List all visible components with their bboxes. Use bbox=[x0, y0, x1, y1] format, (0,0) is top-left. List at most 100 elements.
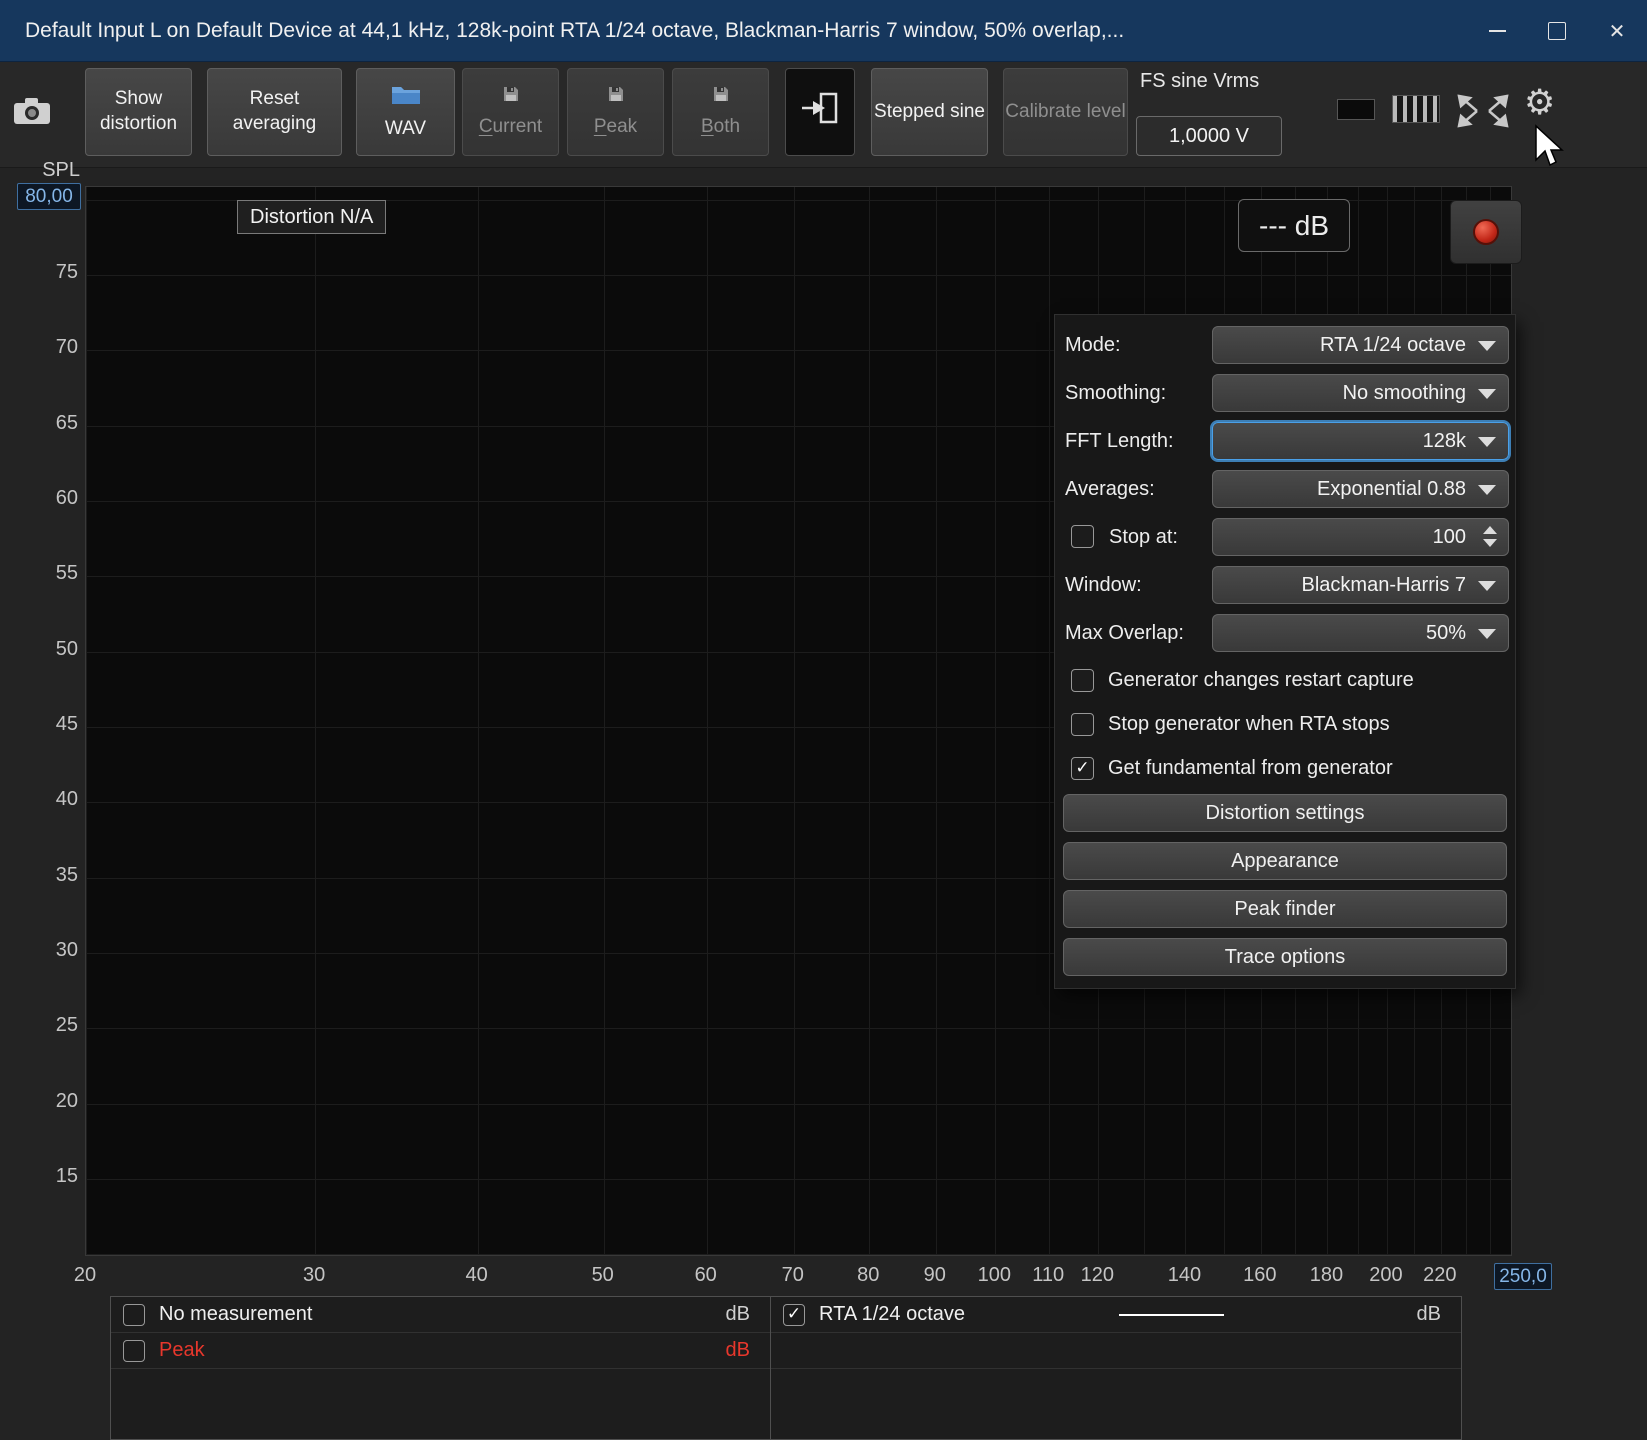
palette-swatch[interactable] bbox=[1392, 95, 1440, 123]
y-tick-label: 50 bbox=[0, 638, 78, 661]
grid-line-v bbox=[1049, 187, 1050, 1255]
wav-label: WAV bbox=[385, 117, 426, 142]
reset-averaging-label: Reset averaging bbox=[208, 87, 341, 136]
grid-line-v bbox=[995, 187, 996, 1255]
y-tick-label: 60 bbox=[0, 487, 78, 510]
window-value: Blackman-Harris 7 bbox=[1302, 574, 1466, 597]
check-icon: ✓ bbox=[787, 1306, 801, 1323]
fit-to-data-icon[interactable] bbox=[1456, 93, 1510, 134]
distortion-readout: Distortion N/A bbox=[237, 200, 386, 234]
fft-length-value: 128k bbox=[1423, 430, 1466, 453]
maximize-icon bbox=[1548, 22, 1566, 40]
spinner-arrows-icon[interactable] bbox=[1483, 526, 1497, 547]
fft-length-label: FFT Length: bbox=[1065, 422, 1174, 460]
peak-finder-button[interactable]: Peak finder bbox=[1063, 890, 1507, 928]
peak-trace-checkbox[interactable] bbox=[123, 1340, 145, 1362]
calibrate-level-button[interactable]: Calibrate level bbox=[1003, 68, 1128, 156]
averages-dropdown[interactable]: Exponential 0.88 bbox=[1212, 470, 1509, 508]
check-icon: ✓ bbox=[1075, 760, 1089, 777]
x-tick-label: 60 bbox=[676, 1264, 736, 1287]
grid-line-h bbox=[86, 1104, 1511, 1105]
trace-options-button[interactable]: Trace options bbox=[1063, 938, 1507, 976]
y-tick-label: 45 bbox=[0, 713, 78, 736]
show-distortion-label: Show distortion bbox=[86, 87, 191, 136]
smoothing-dropdown[interactable]: No smoothing bbox=[1212, 374, 1509, 412]
fs-sine-label: FS sine Vrms bbox=[1140, 70, 1259, 93]
x-tick-label: 50 bbox=[573, 1264, 633, 1287]
minimize-icon bbox=[1489, 30, 1506, 32]
spin-down-icon[interactable] bbox=[1483, 539, 1497, 547]
averages-label: Averages: bbox=[1065, 470, 1155, 508]
rta-trace-unit: dB bbox=[1417, 1303, 1449, 1326]
record-icon bbox=[1473, 219, 1499, 245]
legend-row-rta: ✓ RTA 1/24 octave dB bbox=[771, 1297, 1461, 1333]
stop-at-label: Stop at: bbox=[1109, 518, 1178, 556]
x-tick-label: 220 bbox=[1410, 1264, 1470, 1287]
fft-length-dropdown[interactable]: 128k bbox=[1212, 422, 1509, 460]
smoothing-value: No smoothing bbox=[1343, 382, 1466, 405]
save-current-button[interactable]: Current bbox=[462, 68, 559, 156]
max-overlap-label: Max Overlap: bbox=[1065, 614, 1184, 652]
save-both-button[interactable]: Both bbox=[672, 68, 769, 156]
trace-color-swatch[interactable] bbox=[1337, 99, 1375, 120]
minimize-button[interactable] bbox=[1467, 0, 1527, 62]
camera-icon[interactable] bbox=[12, 96, 52, 131]
window-dropdown[interactable]: Blackman-Harris 7 bbox=[1212, 566, 1509, 604]
grid-line-v bbox=[478, 187, 479, 1255]
max-overlap-dropdown[interactable]: 50% bbox=[1212, 614, 1509, 652]
grid-line-v bbox=[794, 187, 795, 1255]
capture-to-window-button[interactable] bbox=[785, 68, 855, 156]
appearance-button[interactable]: Appearance bbox=[1063, 842, 1507, 880]
no-measurement-checkbox[interactable] bbox=[123, 1304, 145, 1326]
fs-sine-input[interactable]: 1,0000 V bbox=[1136, 116, 1282, 156]
chevron-down-icon bbox=[1478, 341, 1496, 351]
y-tick-label: 25 bbox=[0, 1014, 78, 1037]
trace-legend: No measurement dB Peak dB ✓ RTA 1/24 oct… bbox=[110, 1296, 1462, 1440]
x-tick-label: 20 bbox=[55, 1264, 115, 1287]
show-distortion-button[interactable]: Show distortion bbox=[85, 68, 192, 156]
close-button[interactable]: ✕ bbox=[1587, 0, 1647, 62]
grid-line-v bbox=[707, 187, 708, 1255]
rta-trace-checkbox[interactable]: ✓ bbox=[783, 1304, 805, 1326]
rta-controls-panel: Mode: RTA 1/24 octave Smoothing: No smoo… bbox=[1055, 315, 1515, 988]
import-box-icon bbox=[798, 86, 842, 138]
get-fundamental-checkbox[interactable]: ✓ bbox=[1071, 757, 1094, 780]
mode-dropdown[interactable]: RTA 1/24 octave bbox=[1212, 326, 1509, 364]
reset-averaging-button[interactable]: Reset averaging bbox=[207, 68, 342, 156]
legend-row-no-measurement: No measurement dB bbox=[111, 1297, 770, 1333]
db-readout: --- dB bbox=[1238, 199, 1350, 252]
grid-line-v bbox=[936, 187, 937, 1255]
window-label: Window: bbox=[1065, 566, 1142, 604]
y-tick-label: 65 bbox=[0, 412, 78, 435]
x-axis-end-input[interactable]: 250,0 bbox=[1494, 1263, 1552, 1290]
floppy-icon bbox=[502, 85, 520, 111]
no-measurement-unit: dB bbox=[726, 1303, 758, 1326]
smoothing-label: Smoothing: bbox=[1065, 374, 1166, 412]
stop-generator-checkbox[interactable] bbox=[1071, 713, 1094, 736]
no-measurement-label: No measurement bbox=[159, 1303, 312, 1326]
peak-trace-unit: dB bbox=[726, 1339, 758, 1362]
record-button[interactable] bbox=[1450, 200, 1522, 264]
wav-button[interactable]: WAV bbox=[356, 68, 455, 156]
chevron-down-icon bbox=[1478, 389, 1496, 399]
save-both-label: Both bbox=[701, 115, 740, 140]
stepped-sine-button[interactable]: Stepped sine bbox=[871, 68, 988, 156]
y-axis-title: SPL bbox=[34, 159, 80, 182]
toolbar: Show distortion Reset averaging WAV Curr… bbox=[0, 62, 1647, 168]
gear-icon[interactable]: ⚙ bbox=[1524, 86, 1555, 121]
stop-at-checkbox[interactable] bbox=[1071, 525, 1094, 548]
x-tick-label: 30 bbox=[284, 1264, 344, 1287]
spin-up-icon[interactable] bbox=[1483, 526, 1497, 534]
y-axis-top-input[interactable]: 80,00 bbox=[17, 183, 81, 210]
stop-at-spinner[interactable]: 100 bbox=[1212, 518, 1509, 556]
distortion-settings-button[interactable]: Distortion settings bbox=[1063, 794, 1507, 832]
grid-line-h bbox=[86, 1254, 1511, 1255]
mode-value: RTA 1/24 octave bbox=[1320, 334, 1466, 357]
title-bar[interactable]: Default Input L on Default Device at 44,… bbox=[0, 0, 1647, 62]
grid-line-v bbox=[604, 187, 605, 1255]
maximize-button[interactable] bbox=[1527, 0, 1587, 62]
save-peak-button[interactable]: Peak bbox=[567, 68, 664, 156]
folder-icon bbox=[391, 83, 421, 113]
generator-restart-checkbox[interactable] bbox=[1071, 669, 1094, 692]
get-fundamental-label: Get fundamental from generator bbox=[1108, 757, 1393, 780]
